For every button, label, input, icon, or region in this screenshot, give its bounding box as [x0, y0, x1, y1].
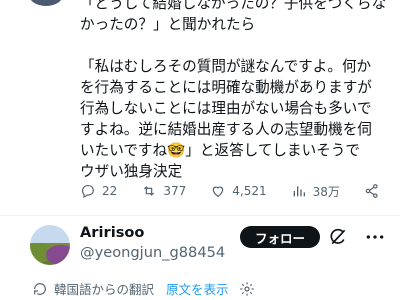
gear-icon[interactable] [239, 281, 255, 297]
translation-row: 韓国語からの翻訳 原文を表示 [32, 279, 255, 298]
display-name[interactable]: Aririsoo [80, 224, 144, 241]
tweet-text: 「どうして結婚しなかったの？子供をつくらな かったの？」と聞かれたら 「私はむし… [80, 0, 392, 182]
tweet-text-answer: 「私はむしろその質問が謎なんですよ。何か を行為することには明確な動機があります… [80, 58, 372, 180]
divider [0, 215, 400, 216]
more-icon[interactable] [365, 230, 385, 244]
reply-count: 22 [102, 184, 118, 198]
like-count: 4,521 [232, 184, 267, 198]
views-icon [293, 186, 305, 197]
avatar[interactable] [30, 225, 70, 265]
like-icon [212, 186, 224, 198]
show-original-link[interactable]: 原文を表示 [166, 279, 229, 298]
translation-label: 韓国語からの翻訳 [54, 282, 155, 297]
views-button[interactable]: 38万 [291, 183, 340, 200]
action-bar: 22 377 4,521 38万 [80, 180, 380, 202]
reply-icon [82, 185, 94, 199]
user-handle[interactable]: @yeongjun_g88454 [80, 244, 225, 261]
repost-icon [144, 186, 155, 196]
translate-icon [34, 282, 46, 295]
repost-count: 377 [163, 184, 187, 198]
like-button[interactable]: 4,521 [210, 183, 267, 199]
grok-icon[interactable] [328, 227, 348, 247]
share-icon [365, 184, 378, 198]
reply-button[interactable]: 22 [80, 183, 117, 199]
previous-avatar[interactable] [28, 0, 64, 6]
tweet-text-question: 「どうして結婚しなかったの？子供をつくらな かったの？」と聞かれたら [80, 0, 387, 33]
repost-button[interactable]: 377 [141, 183, 186, 199]
share-button[interactable] [364, 183, 380, 199]
follow-button[interactable]: フォロー [240, 226, 320, 248]
views-count: 38万 [312, 184, 340, 199]
